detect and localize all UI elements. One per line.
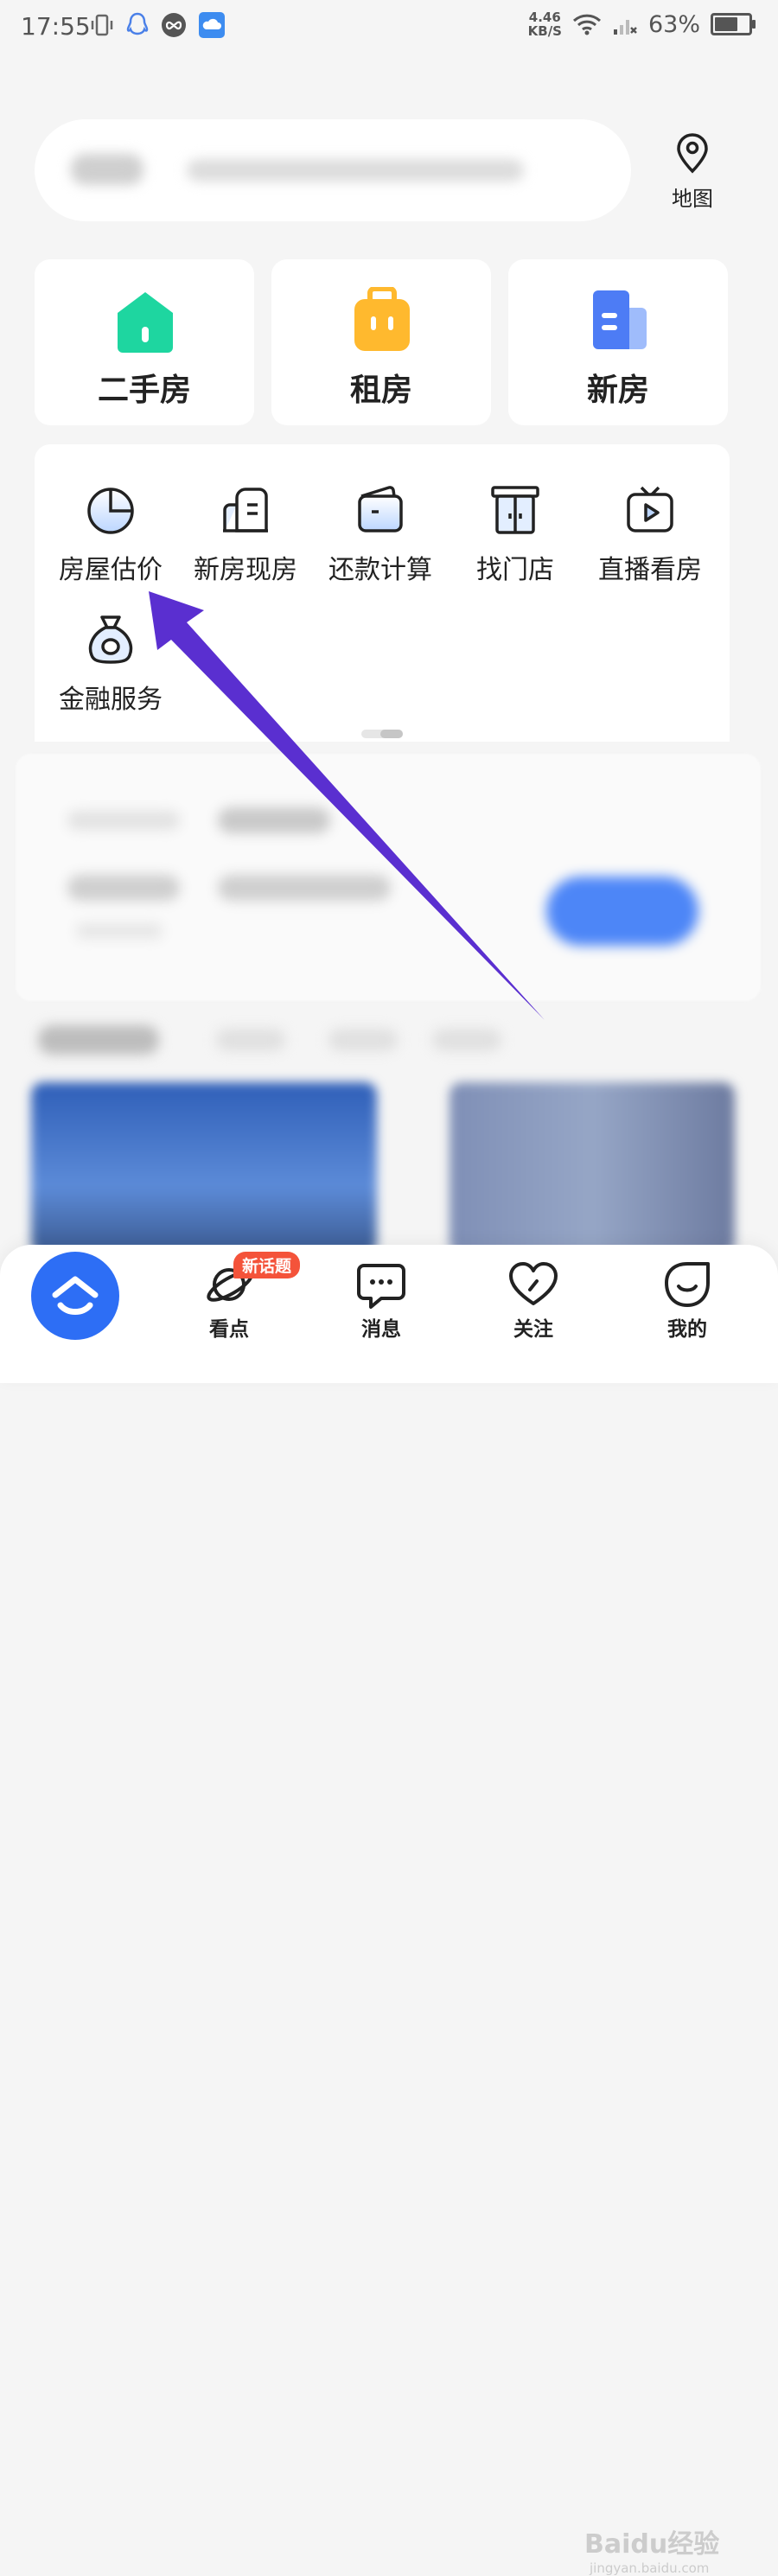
infinity-app-icon bbox=[162, 13, 186, 37]
clock: 17:55 bbox=[21, 12, 91, 41]
document-icon bbox=[593, 290, 647, 349]
blurred-action-button bbox=[546, 877, 698, 946]
tool-label: 直播看房 bbox=[598, 555, 702, 585]
category-new-house[interactable]: 新房 bbox=[508, 259, 728, 425]
tool-label: 新房现房 bbox=[194, 555, 297, 585]
net-speed-unit: KB/S bbox=[527, 23, 562, 39]
category-second-hand[interactable]: 二手房 bbox=[35, 259, 254, 425]
status-bar: 17:55 4.46 KB/S 63% bbox=[0, 0, 778, 55]
wifi-icon bbox=[572, 14, 602, 35]
chat-icon bbox=[357, 1264, 405, 1309]
pie-chart-icon bbox=[87, 488, 134, 534]
tool-label: 还款计算 bbox=[328, 555, 432, 585]
home-button[interactable] bbox=[31, 1252, 119, 1340]
tool-house-valuation[interactable]: 房屋估价 bbox=[41, 484, 180, 586]
house-icon bbox=[118, 292, 173, 353]
battery-percent: 63% bbox=[647, 10, 700, 38]
category-label: 新房 bbox=[586, 373, 649, 408]
tool-repayment-calc[interactable]: 还款计算 bbox=[311, 484, 450, 586]
tool-financial-service[interactable]: 金融服务 bbox=[41, 614, 180, 716]
nav-label: 消息 bbox=[361, 1318, 401, 1341]
page-indicator-active bbox=[380, 730, 403, 738]
tool-label: 金融服务 bbox=[59, 685, 163, 715]
category-rent[interactable]: 租房 bbox=[271, 259, 491, 425]
tool-label: 找门店 bbox=[476, 555, 554, 585]
nav-label: 关注 bbox=[513, 1318, 553, 1341]
new-topic-badge: 新话题 bbox=[233, 1252, 301, 1278]
category-label: 租房 bbox=[349, 373, 412, 408]
vibrate-icon bbox=[91, 14, 113, 36]
blurred-image-right bbox=[450, 1082, 735, 1255]
page-indicator bbox=[361, 730, 403, 738]
store-icon bbox=[491, 486, 539, 534]
tools-panel: 房屋估价 新房现房 还款计算 找门店 直播看房 金融服务 bbox=[35, 444, 730, 742]
building-icon bbox=[223, 488, 268, 532]
battery-icon bbox=[711, 13, 756, 35]
tool-find-store[interactable]: 找门店 bbox=[446, 484, 584, 586]
map-button[interactable]: 地图 bbox=[666, 131, 719, 212]
profile-icon bbox=[665, 1262, 710, 1307]
nav-label: 我的 bbox=[667, 1318, 707, 1341]
system-indicators: 4.46 KB/S 63% bbox=[528, 10, 756, 38]
blurred-tabs bbox=[0, 1018, 778, 1070]
watermark: Baidu经验 jingyan.baidu.com bbox=[584, 2522, 719, 2576]
blurred-image-left bbox=[31, 1082, 377, 1255]
category-label: 二手房 bbox=[97, 373, 191, 408]
net-speed: 4.46 KB/S bbox=[528, 10, 562, 38]
nav-label: 看点 bbox=[209, 1318, 249, 1341]
qq-icon bbox=[126, 12, 149, 35]
watermark-sub: jingyan.baidu.com bbox=[590, 2560, 710, 2576]
search-bar[interactable] bbox=[35, 119, 631, 221]
map-label: 地图 bbox=[672, 187, 713, 211]
heart-icon bbox=[509, 1262, 558, 1305]
blurred-city-selector bbox=[71, 154, 143, 185]
wallet-icon bbox=[358, 486, 403, 532]
suitcase-icon bbox=[354, 287, 410, 351]
notification-icons bbox=[90, 12, 225, 38]
watermark-brand: Baidu经验 bbox=[584, 2529, 720, 2560]
tool-label: 房屋估价 bbox=[59, 555, 163, 585]
blurred-card bbox=[16, 754, 761, 1001]
signal-icon bbox=[613, 20, 637, 35]
nav-follow[interactable]: 关注 bbox=[486, 1259, 581, 1342]
map-pin-icon bbox=[677, 133, 708, 174]
cloud-app-icon bbox=[199, 12, 225, 38]
blurred-search-placeholder bbox=[187, 159, 524, 182]
money-bag-icon bbox=[88, 615, 133, 664]
tool-live-viewing[interactable]: 直播看房 bbox=[581, 484, 719, 586]
nav-profile[interactable]: 我的 bbox=[640, 1259, 735, 1342]
tv-play-icon bbox=[627, 486, 673, 532]
home-logo-icon bbox=[52, 1276, 99, 1315]
bottom-nav: 看点 新话题 消息 关注 我的 Baidu经验 jingyan.baidu.co… bbox=[0, 1245, 778, 2576]
tool-new-house-ready[interactable]: 新房现房 bbox=[176, 484, 315, 586]
nav-messages[interactable]: 消息 bbox=[334, 1259, 429, 1342]
